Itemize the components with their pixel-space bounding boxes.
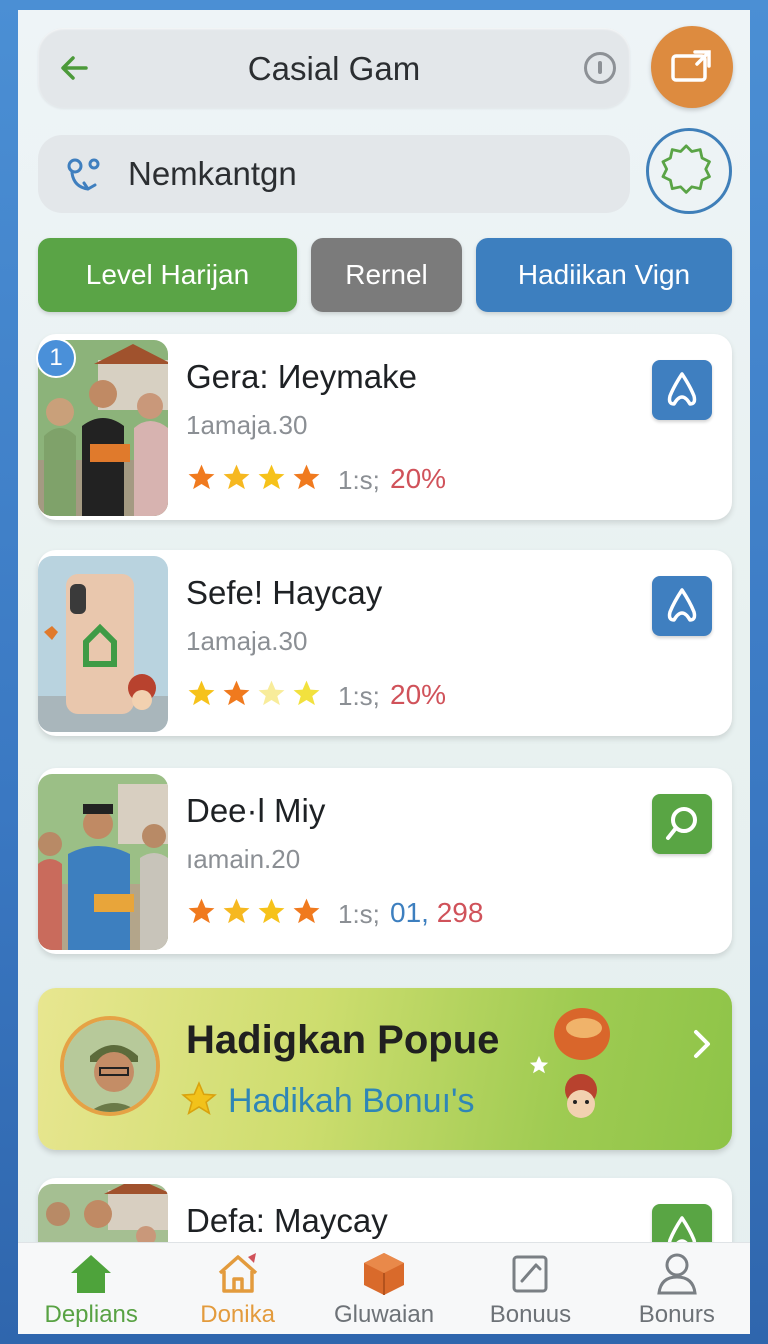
nav-item-deplians[interactable]: Deplians	[18, 1243, 164, 1334]
card-subtitle: 1amaja.30	[186, 410, 308, 440]
star-icon	[188, 464, 215, 490]
card-stat: 20%	[390, 679, 447, 710]
promo-banner[interactable]: Hadigkan Popue Hadikah Bonuı's	[38, 988, 732, 1150]
box-icon	[364, 1253, 405, 1295]
list-item[interactable]: Dee·l Miy ıamain.20 1:s; 01, 298	[38, 768, 732, 954]
page-title: Casial Gam	[247, 50, 421, 87]
star-icon	[293, 898, 320, 924]
location-route-icon	[67, 158, 100, 191]
card-action-button[interactable]	[652, 360, 712, 420]
nav-item-bonuus[interactable]: Bonuus	[457, 1243, 603, 1334]
card-meta: 1:s;	[338, 465, 380, 495]
star-icon	[188, 680, 215, 706]
settings-button[interactable]	[646, 128, 732, 214]
card-action-button[interactable]	[652, 576, 712, 636]
share-button[interactable]	[651, 26, 733, 108]
app-screen: Casial Gam Level Harijan Rernel Hadiikan…	[18, 10, 750, 1334]
chevron-right-icon[interactable]	[688, 1024, 716, 1064]
list-item[interactable]: 1 Gera: Иeymake 1amaja.30 1:s; 20%	[36, 334, 732, 520]
rank-badge: 1	[36, 338, 76, 378]
edit-icon	[512, 1255, 548, 1293]
rating-stars	[186, 678, 322, 709]
house-outline-icon	[218, 1253, 257, 1293]
filter-level-harijan[interactable]: Level Harijan	[38, 238, 297, 312]
card-subtitle: ıamain.20	[186, 844, 301, 874]
nav-label: Donika	[200, 1301, 275, 1328]
card-stat-red: 298	[436, 897, 484, 928]
nav-label: Deplians	[44, 1301, 138, 1328]
card-title: Dee·l Miy	[186, 792, 326, 829]
game-thumbnail	[38, 774, 168, 950]
rating-stars	[186, 896, 322, 927]
card-title: Sefe! Haycay	[186, 574, 383, 611]
filter-rernel[interactable]: Rernel	[311, 238, 462, 312]
star-icon	[293, 464, 320, 490]
home-icon	[71, 1255, 112, 1293]
promo-title: Hadigkan Popue	[186, 1018, 500, 1062]
rating-stars	[186, 462, 322, 493]
star-icon	[223, 898, 250, 924]
card-stat-blue: 01,	[390, 897, 429, 928]
card-title: Gera: Иeymake	[186, 358, 417, 395]
share-icon	[671, 50, 711, 82]
card-meta: 1:s;	[338, 899, 380, 929]
star-icon	[293, 680, 320, 706]
card-subtitle: 1amaja.30	[186, 626, 308, 656]
avatar	[60, 1016, 160, 1116]
card-stat: 20%	[390, 463, 447, 494]
header-bar: Casial Gam	[38, 28, 630, 108]
star-icon	[223, 464, 250, 490]
list-item[interactable]: Sefe! Haycay 1amaja.30 1:s; 20%	[38, 550, 732, 736]
card-title: Defa: Maycay	[186, 1202, 388, 1239]
search-bar	[38, 135, 630, 213]
nav-label: Bonuus	[489, 1301, 572, 1328]
card-action-button[interactable]	[652, 794, 712, 854]
nav-item-bonurs[interactable]: Bonurs	[604, 1243, 750, 1334]
badge-gear-icon	[661, 144, 711, 194]
info-icon[interactable]	[584, 52, 616, 84]
nav-label: Bonurs	[638, 1301, 715, 1328]
chestnut-mascot-icon	[554, 1008, 610, 1060]
sparkle-icon	[529, 1055, 549, 1074]
star-icon	[258, 680, 285, 706]
user-icon	[657, 1253, 697, 1295]
card-meta: 1:s;	[338, 681, 380, 711]
nav-label: Gluwaian	[333, 1301, 435, 1328]
star-icon	[181, 1081, 217, 1115]
star-icon	[223, 680, 250, 706]
star-icon	[258, 898, 285, 924]
promo-subtitle: Hadikah Bonuı's	[228, 1082, 475, 1120]
mascot-icon	[565, 1074, 597, 1118]
filter-hadiikan-vign[interactable]: Hadiikan Vign	[476, 238, 732, 312]
star-icon	[258, 464, 285, 490]
card-stat: 01, 298	[390, 897, 483, 929]
search-input[interactable]	[128, 153, 588, 195]
search-icon	[666, 807, 697, 840]
game-thumbnail	[38, 556, 168, 732]
nav-item-donika[interactable]: Donika	[164, 1243, 310, 1334]
drop-icon	[667, 372, 697, 406]
drop-icon	[667, 588, 697, 622]
nav-item-gluwaian[interactable]: Gluwaian	[311, 1243, 457, 1334]
bottom-nav: Deplians Donika Gluwaian Bonuus Bonurs	[18, 1242, 750, 1334]
star-icon	[188, 898, 215, 924]
